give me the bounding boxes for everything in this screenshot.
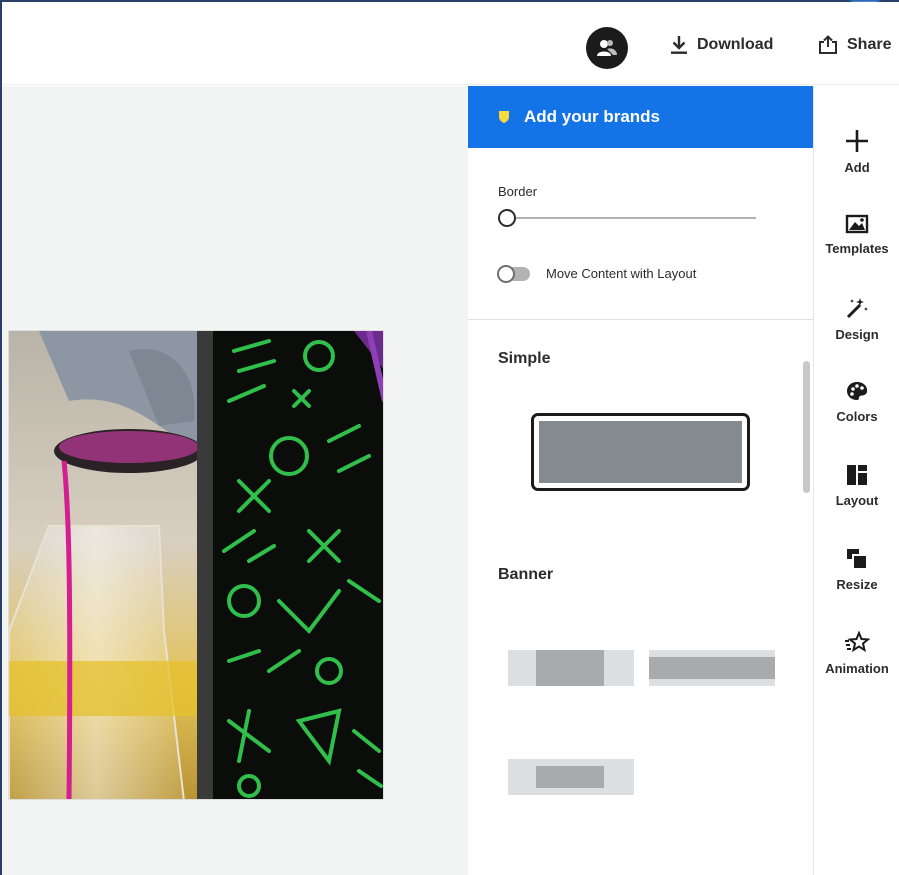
layout-option-banner-2[interactable] xyxy=(649,650,775,686)
canvas-area[interactable] xyxy=(2,86,468,875)
rail-layout-label: Layout xyxy=(835,493,879,508)
rail-design-label: Design xyxy=(835,327,879,342)
share-label: Share xyxy=(847,36,892,53)
rail-colors-label: Colors xyxy=(836,409,878,424)
move-content-label: Move Content with Layout xyxy=(546,266,697,281)
properties-panel: Add your brands Border Move Content with… xyxy=(468,86,813,875)
plus-icon xyxy=(846,130,868,152)
right-rail: Add Templates Design Colors Layout Resiz… xyxy=(813,86,899,875)
layout-option-banner-3[interactable] xyxy=(508,759,634,795)
simple-preview xyxy=(539,421,742,483)
layout-option-simple[interactable] xyxy=(531,413,750,491)
slider-thumb[interactable] xyxy=(498,209,516,227)
download-label: Download xyxy=(697,36,774,53)
avatar[interactable] xyxy=(586,27,628,69)
layout-settings: Border Move Content with Layout xyxy=(468,148,813,320)
move-content-toggle-row: Move Content with Layout xyxy=(497,264,697,283)
add-brands-label: Add your brands xyxy=(524,107,661,126)
animation-icon xyxy=(845,631,870,653)
download-icon xyxy=(671,36,687,54)
simple-section-title: Simple xyxy=(498,350,551,367)
rail-add[interactable]: Add xyxy=(814,128,899,175)
rail-templates[interactable]: Templates xyxy=(814,213,899,256)
templates-icon xyxy=(845,214,869,234)
rail-add-label: Add xyxy=(844,160,870,175)
banner-2-preview xyxy=(649,657,775,679)
rail-colors[interactable]: Colors xyxy=(814,379,899,424)
download-button[interactable]: Download xyxy=(670,30,773,60)
border-label: Border xyxy=(498,184,538,199)
rail-animation-label: Animation xyxy=(825,661,889,676)
layout-icon xyxy=(847,465,867,485)
top-header: Download Share xyxy=(2,2,899,85)
border-slider[interactable] xyxy=(498,208,758,228)
slider-track[interactable] xyxy=(508,217,756,219)
layout-option-banner-1[interactable] xyxy=(508,650,634,686)
user-icon xyxy=(597,40,617,56)
banner-section-title: Banner xyxy=(498,566,554,583)
panel-scrollbar[interactable] xyxy=(803,361,810,493)
resize-icon xyxy=(847,549,868,570)
share-icon xyxy=(819,35,837,54)
banner-1-preview xyxy=(536,650,604,686)
shield-icon xyxy=(499,111,509,123)
rail-animation[interactable]: Animation xyxy=(814,631,899,676)
toggle-knob xyxy=(497,264,515,283)
rail-resize-label: Resize xyxy=(836,577,878,592)
rail-templates-label: Templates xyxy=(825,241,889,256)
palette-icon xyxy=(847,382,868,400)
magic-wand-icon xyxy=(846,298,868,319)
share-button[interactable]: Share xyxy=(818,30,891,60)
add-brands-button[interactable]: Add your brands xyxy=(468,86,813,148)
design-photo[interactable] xyxy=(8,330,384,800)
banner-3-preview xyxy=(536,766,604,788)
move-content-toggle[interactable] xyxy=(497,264,530,283)
rail-resize[interactable]: Resize xyxy=(814,547,899,592)
rail-layout[interactable]: Layout xyxy=(814,463,899,508)
rail-design[interactable]: Design xyxy=(814,295,899,342)
